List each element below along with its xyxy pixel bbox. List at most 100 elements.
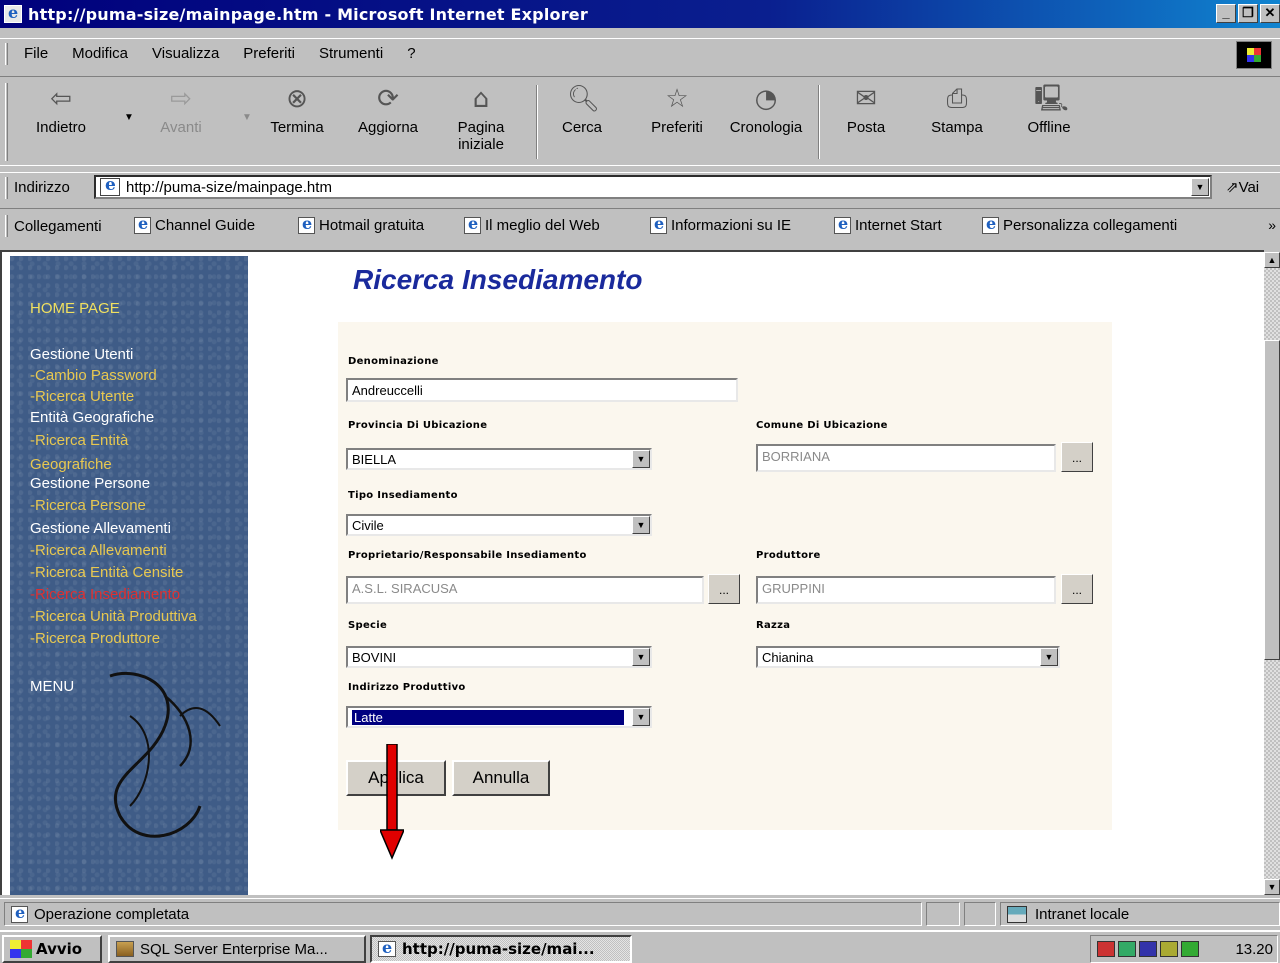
ie-window-icon[interactable] — [4, 3, 22, 23]
menu-visualizza[interactable]: Visualizza — [140, 45, 231, 62]
specie-dropdown-icon[interactable]: ▼ — [632, 648, 650, 666]
menu-modifica[interactable]: Modifica — [60, 45, 140, 62]
menu-help[interactable]: ? — [395, 45, 427, 62]
comune-lookup-button[interactable]: ... — [1061, 442, 1093, 472]
toolbar-grip[interactable] — [5, 83, 8, 161]
refresh-label: Aggiorna — [357, 119, 419, 136]
denominazione-label: Denominazione — [348, 356, 439, 367]
address-input[interactable]: http://puma-size/mainpage.htm ▼ — [94, 175, 1212, 199]
clock[interactable]: 13.20 — [1235, 941, 1273, 958]
go-label: Vai — [1238, 179, 1260, 196]
taskbar-item-label: http://puma-size/mai... — [402, 940, 595, 958]
address-url[interactable]: http://puma-size/mainpage.htm — [126, 179, 332, 196]
comune-input: BORRIANA — [756, 444, 1056, 472]
scroll-up-button[interactable]: ▲ — [1264, 252, 1280, 268]
close-button[interactable]: ✕ — [1260, 4, 1280, 23]
print-button[interactable]: ⎙ Stampa — [922, 85, 992, 165]
menu-strumenti[interactable]: Strumenti — [307, 45, 395, 62]
sidebar-item-menu[interactable]: MENU — [30, 678, 74, 696]
link-personalizza[interactable]: Personalizza collegamenti — [982, 214, 1177, 234]
monitor-tray-icon[interactable] — [1139, 941, 1157, 957]
home-icon: ⌂ — [472, 84, 490, 114]
forward-history-dropdown[interactable]: ▼ — [236, 85, 252, 165]
window-titlebar[interactable]: http://puma-size/mainpage.htm - Microsof… — [0, 0, 1280, 28]
antivirus-tray-icon[interactable] — [1097, 941, 1115, 957]
annotation-arrow-icon — [380, 744, 404, 860]
tipo-dropdown-icon[interactable]: ▼ — [632, 516, 650, 534]
denominazione-input[interactable]: Andreuccelli — [346, 378, 738, 402]
address-label: Indirizzo — [14, 179, 70, 196]
sidebar-item-ricerca-entita[interactable]: -Ricerca Entità — [30, 432, 128, 450]
razza-select[interactable]: Chianina ▼ — [756, 646, 1060, 668]
indirizzo-produttivo-label: Indirizzo Produttivo — [348, 682, 466, 693]
link-hotmail[interactable]: Hotmail gratuita — [298, 214, 424, 234]
produttore-input: GRUPPINI — [756, 576, 1056, 604]
start-button[interactable]: Avvio — [2, 935, 102, 963]
linksbar-grip[interactable] — [5, 215, 8, 237]
addressbar-grip[interactable] — [5, 177, 8, 199]
sql-agent-tray-icon[interactable] — [1181, 941, 1199, 957]
link-internet-start[interactable]: Internet Start — [834, 214, 942, 234]
tipo-select[interactable]: Civile ▼ — [346, 514, 652, 536]
mail-button[interactable]: ✉ Posta — [836, 85, 896, 165]
links-bar: Collegamenti Channel Guide Hotmail gratu… — [0, 208, 1280, 244]
scroll-thumb[interactable] — [1264, 340, 1280, 660]
razza-label: Razza — [756, 620, 791, 631]
go-button[interactable]: ⇗Vai — [1226, 178, 1259, 196]
vertical-scrollbar[interactable]: ▲ ▼ — [1264, 252, 1280, 895]
status-bar: Operazione completata Intranet locale — [0, 898, 1280, 928]
back-history-dropdown[interactable]: ▼ — [118, 85, 134, 165]
indirizzo-dropdown-icon[interactable]: ▼ — [632, 708, 650, 726]
search-tray-icon[interactable] — [1160, 941, 1178, 957]
taskbar-item-sql-server[interactable]: SQL Server Enterprise Ma... — [108, 935, 366, 963]
proprietario-lookup-button[interactable]: ... — [708, 574, 740, 604]
link-meglio-web[interactable]: Il meglio del Web — [464, 214, 600, 234]
offline-button[interactable]: 🖳︎ Offline — [1016, 85, 1082, 165]
specie-select[interactable]: BOVINI ▼ — [346, 646, 652, 668]
sidebar-item-ricerca-allevamenti[interactable]: -Ricerca Allevamenti — [30, 542, 167, 560]
maximize-button[interactable]: ❐ — [1238, 4, 1258, 23]
scroll-down-button[interactable]: ▼ — [1264, 879, 1280, 895]
menu-preferiti[interactable]: Preferiti — [231, 45, 307, 62]
sidebar-item-ricerca-insediamento[interactable]: -Ricerca Insediamento — [30, 586, 180, 604]
sidebar-item-ricerca-entita-censite[interactable]: -Ricerca Entità Censite — [30, 564, 183, 582]
menu-file[interactable]: File — [12, 45, 60, 62]
sidebar-item-ricerca-persone[interactable]: -Ricerca Persone — [30, 497, 146, 515]
link-channel-guide[interactable]: Channel Guide — [134, 214, 255, 234]
links-more-icon[interactable]: » — [1268, 217, 1276, 233]
search-label: Cerca — [561, 119, 602, 136]
network-tray-icon[interactable] — [1118, 941, 1136, 957]
back-button[interactable]: ⇦ Indietro — [30, 85, 92, 165]
refresh-icon: ⟳ — [377, 84, 399, 114]
annulla-button[interactable]: Annulla — [452, 760, 550, 796]
security-zone[interactable]: Intranet locale — [1000, 902, 1280, 926]
provincia-dropdown-icon[interactable]: ▼ — [632, 450, 650, 468]
sidebar-item-ricerca-produttore[interactable]: -Ricerca Produttore — [30, 630, 160, 648]
taskbar-item-ie[interactable]: http://puma-size/mai... — [370, 935, 632, 963]
produttore-lookup-button[interactable]: ... — [1061, 574, 1093, 604]
indirizzo-produttivo-select[interactable]: Latte ▼ — [346, 706, 652, 728]
stop-button[interactable]: ⊗ Termina — [264, 85, 330, 165]
minimize-button[interactable]: _ — [1216, 4, 1236, 23]
link-informazioni-ie[interactable]: Informazioni su IE — [650, 214, 792, 234]
status-ie-icon — [11, 903, 28, 923]
sidebar-item-home[interactable]: HOME PAGE — [30, 300, 120, 318]
sidebar-item-ricerca-utente[interactable]: -Ricerca Utente — [30, 388, 134, 406]
sidebar-item-ricerca-unita-produttiva[interactable]: -Ricerca Unità Produttiva — [30, 608, 197, 626]
home-button[interactable]: ⌂ Pagina iniziale — [448, 85, 514, 165]
favorites-button[interactable]: ☆ Preferiti — [642, 85, 712, 165]
history-button[interactable]: ◔ Cronologia — [722, 85, 810, 165]
sidebar-item-ricerca-entita-cont[interactable]: Geografiche — [30, 456, 112, 474]
razza-dropdown-icon[interactable]: ▼ — [1040, 648, 1058, 666]
menu-strumenti-label: Strumenti — [318, 45, 384, 62]
search-button[interactable]: 🔍︎ Cerca — [552, 85, 612, 165]
address-dropdown-button[interactable]: ▼ — [1191, 178, 1209, 196]
forward-button[interactable]: ⇨ Avanti — [150, 85, 212, 165]
sidebar-item-cambio-password[interactable]: -Cambio Password — [30, 367, 157, 385]
address-bar: Indirizzo http://puma-size/mainpage.htm … — [0, 172, 1280, 202]
provincia-select[interactable]: BIELLA ▼ — [346, 448, 652, 470]
menubar-grip[interactable] — [5, 43, 8, 65]
menu-preferiti-label: Preferiti — [243, 45, 295, 62]
refresh-button[interactable]: ⟳ Aggiorna — [352, 85, 424, 165]
link-label: Informazioni su IE — [671, 217, 792, 234]
